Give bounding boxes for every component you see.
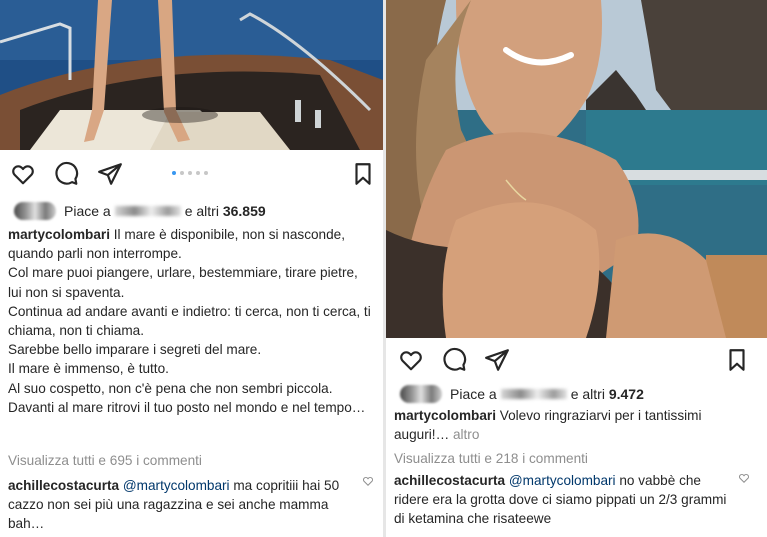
left-post: Piace a e altri 36.859 martycolombari Il…	[0, 0, 383, 537]
post-actions	[0, 156, 383, 192]
post-actions	[386, 342, 767, 378]
blurred-username	[500, 389, 567, 399]
comment-icon[interactable]	[441, 347, 467, 373]
heart-icon[interactable]	[10, 161, 36, 187]
likes-row[interactable]: Piace a e altri 36.859	[14, 201, 266, 221]
liker-avatars	[400, 385, 442, 403]
likes-prefix: Piace a	[450, 386, 497, 402]
share-icon[interactable]	[97, 161, 123, 187]
liker-avatars	[14, 202, 56, 220]
likes-count: 36.859	[222, 203, 266, 219]
comment: achillecostacurta @martycolombari ma cop…	[8, 476, 353, 534]
likes-row[interactable]: Piace a e altri 9.472	[400, 384, 644, 404]
caption-line-5: Il mare è immenso, è tutto.	[8, 361, 169, 377]
post-photo-selfie[interactable]	[386, 0, 767, 338]
bookmark-icon[interactable]	[350, 161, 376, 187]
post-caption: martycolombari Volevo ringraziarvi per i…	[394, 406, 755, 444]
post-photo-boat-bow[interactable]	[0, 0, 383, 150]
share-icon[interactable]	[484, 347, 510, 373]
post-caption: martycolombari Il mare è disponibile, no…	[8, 225, 375, 417]
caption-line-4: Sarebbe bello imparare i segreti del mar…	[8, 342, 262, 358]
caption-line-2: Col mare puoi piangere, urlare, bestemmi…	[8, 265, 358, 300]
caption-username[interactable]: martycolombari	[8, 227, 110, 242]
caption-line-6: Al suo cospetto, non c'è pena che non se…	[8, 380, 333, 396]
likes-prefix: Piace a	[64, 203, 111, 219]
bookmark-icon[interactable]	[724, 347, 750, 373]
comment-username[interactable]: achillecostacurta	[394, 473, 505, 488]
comment-username[interactable]: achillecostacurta	[8, 478, 119, 493]
comment-mention[interactable]: @martycolombari	[123, 478, 230, 493]
caption-line-3: Continua ad andare avanti e indietro: ti…	[8, 303, 371, 339]
likes-suffix: e altri	[570, 386, 605, 402]
comment-mention[interactable]: @martycolombari	[509, 473, 616, 488]
view-all-comments-link[interactable]: Visualizza tutti e 218 i commenti	[394, 451, 588, 466]
carousel-indicator	[172, 171, 208, 175]
comment: achillecostacurta @martycolombari no vab…	[394, 471, 737, 529]
heart-icon[interactable]	[398, 347, 424, 373]
caption-more-link[interactable]: altro	[453, 427, 479, 442]
view-all-comments-link[interactable]: Visualizza tutti e 695 i commenti	[8, 453, 202, 468]
comment-icon[interactable]	[53, 161, 79, 187]
right-post: Piace a e altri 9.472 martycolombari Vol…	[386, 0, 767, 537]
likes-suffix: e altri	[184, 203, 219, 219]
caption-username[interactable]: martycolombari	[394, 408, 496, 423]
caption-line-7: Davanti al mare ritrovi il tuo posto nel…	[8, 399, 366, 415]
likes-count: 9.472	[608, 386, 644, 402]
comment-like-heart-icon[interactable]	[738, 472, 750, 484]
comment-like-heart-icon[interactable]	[362, 475, 374, 487]
blurred-username	[114, 206, 181, 216]
